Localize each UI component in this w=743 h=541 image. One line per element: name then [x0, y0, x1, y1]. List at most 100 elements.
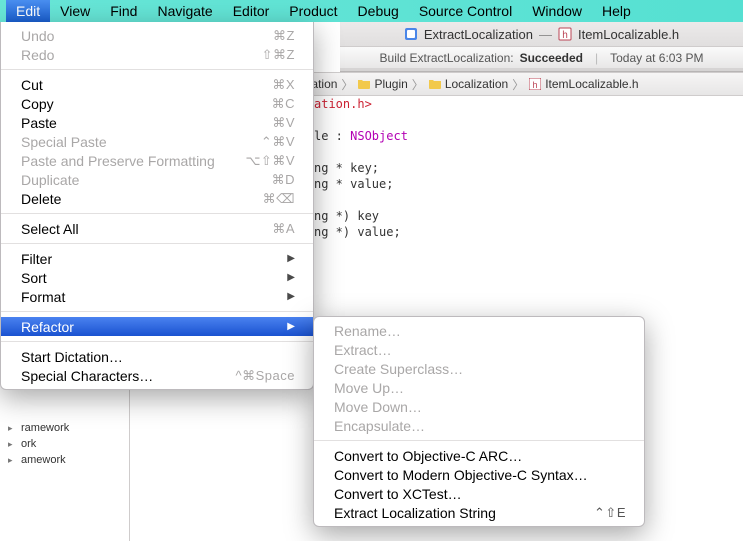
menu-separator [1, 243, 313, 244]
menubar-item-source-control[interactable]: Source Control [409, 0, 522, 22]
window-title-project: ExtractLocalization [424, 27, 533, 42]
build-status-bar: Build ExtractLocalization: Succeeded | T… [340, 46, 743, 68]
keyboard-shortcut: ⌘X [272, 77, 295, 93]
submenu-item-extract-localization-string[interactable]: Extract Localization String⌃⇧E [314, 503, 644, 522]
menu-item-label: Convert to Modern Objective-C Syntax… [334, 467, 588, 483]
refactor-submenu: Rename…Extract… Create Superclass… Move Up… [313, 316, 645, 527]
submenu-item-encapsulate[interactable]: Encapsulate… [314, 416, 644, 435]
menu-item-label: Sort [21, 270, 47, 286]
menu-item-label: Create Superclass… [334, 361, 463, 377]
submenu-arrow-icon: ▶ [287, 253, 295, 264]
menu-item-label: Filter [21, 251, 52, 267]
folder-icon [428, 77, 442, 91]
menu-item-label: Format [21, 289, 65, 305]
folder-label: ork [21, 438, 36, 450]
submenu-arrow-icon: ▶ [287, 291, 295, 302]
keyboard-shortcut: ⌘C [272, 96, 295, 112]
menubar-item-product[interactable]: Product [279, 0, 347, 22]
menu-item-label: Convert to Objective-C ARC… [334, 448, 522, 464]
menu-item-label: Move Down… [334, 399, 422, 415]
submenu-item-convert-to-modern-objective-c-syntax[interactable]: Convert to Modern Objective-C Syntax… [314, 465, 644, 484]
breadcrumb-label: Plugin [374, 77, 407, 91]
list-item[interactable]: ▸ ork [0, 436, 129, 452]
menu-item-undo[interactable]: Undo ⌘Z [1, 26, 313, 45]
disclosure-triangle-icon[interactable]: ▸ [8, 423, 17, 434]
list-item[interactable]: ▸ amework [0, 452, 129, 468]
code-line: ng * value; [314, 177, 393, 191]
keyboard-shortcut: ⌘Z [273, 28, 295, 44]
menu-item-sort[interactable]: Sort▶ [1, 268, 313, 287]
submenu-item-extract[interactable]: Extract… [314, 340, 644, 359]
menu-item-redo[interactable]: Redo⇧⌘Z [1, 45, 313, 64]
menubar-item-editor[interactable]: Editor [223, 0, 280, 22]
menubar-item-find[interactable]: Find [100, 0, 147, 22]
menu-item-label: Cut [21, 77, 43, 93]
keyboard-shortcut: ⌥⇧⌘V [245, 153, 295, 169]
breadcrumb-item[interactable]: h ItemLocalizable.h [528, 77, 638, 91]
folder-icon [357, 77, 371, 91]
menubar-item-window[interactable]: Window [522, 0, 592, 22]
keyboard-shortcut: ⌘D [272, 172, 295, 188]
menu-separator [1, 341, 313, 342]
menu-separator [1, 213, 313, 214]
menu-item-duplicate[interactable]: Duplicate⌘D [1, 170, 313, 189]
menubar-item-navigate[interactable]: Navigate [147, 0, 222, 22]
menu-item-start-dictation[interactable]: Start Dictation… [1, 347, 313, 366]
menubar-item-help[interactable]: Help [592, 0, 641, 22]
menu-separator [1, 311, 313, 312]
folder-label: amework [21, 454, 66, 466]
menu-item-filter[interactable]: Filter ▶ [1, 249, 313, 268]
project-navigator[interactable]: ▸ramework ▸ ork ▸ amework [0, 380, 130, 541]
submenu-item-create-superclass[interactable]: Create Superclass… [314, 359, 644, 378]
menu-item-paste[interactable]: Paste ⌘V [1, 113, 313, 132]
breadcrumb-item[interactable]: Localization [428, 77, 508, 91]
menu-item-label: Special Paste [21, 134, 107, 150]
keyboard-shortcut: ^⌘Space [236, 368, 295, 384]
list-item[interactable]: ▸ramework [0, 420, 129, 436]
menu-item-label: Paste [21, 115, 57, 131]
build-status-prefix: Build ExtractLocalization: [380, 51, 514, 65]
menu-item-special-characters[interactable]: Special Characters… ^⌘Space [1, 366, 313, 385]
submenu-item-move-up[interactable]: Move Up… [314, 378, 644, 397]
submenu-item-move-down[interactable]: Move Down… [314, 397, 644, 416]
submenu-item-convert-to-xctest[interactable]: Convert to XCTest… [314, 484, 644, 503]
submenu-arrow-icon: ▶ [287, 321, 295, 332]
submenu-item-rename[interactable]: Rename… [314, 321, 644, 340]
breadcrumb-label: ItemLocalizable.h [545, 77, 638, 91]
menu-item-select-all[interactable]: Select All⌘A [1, 219, 313, 238]
menu-item-label: Redo [21, 47, 54, 63]
build-status-result: Succeeded [520, 51, 583, 65]
svg-text:h: h [562, 30, 568, 41]
edit-menu-dropdown: Undo⌘ZRedo⇧⌘ZCut⌘XCopy⌘CPaste⌘VSpecial P… [0, 22, 314, 390]
disclosure-triangle-icon[interactable]: ▸ [8, 439, 17, 450]
code-line: le : [314, 129, 350, 143]
menu-item-label: Delete [21, 191, 61, 207]
chevron-right-icon: 〉 [408, 76, 428, 93]
code-line: ng *) key [314, 209, 379, 223]
menubar-item-edit[interactable]: Edit [6, 0, 50, 22]
menu-item-label: Refactor [21, 319, 74, 335]
code-line: ation.h> [314, 97, 372, 111]
menu-item-format[interactable]: Format ▶ [1, 287, 313, 306]
menu-item-cut[interactable]: Cut ⌘X [1, 75, 313, 94]
menu-separator [314, 440, 644, 441]
submenu-item-convert-to-objective-c-arc[interactable]: Convert to Objective-C ARC… [314, 446, 644, 465]
menu-item-refactor[interactable]: Refactor ▶ [1, 317, 313, 336]
menubar-item-debug[interactable]: Debug [348, 0, 409, 22]
menu-item-label: Move Up… [334, 380, 404, 396]
disclosure-triangle-icon[interactable]: ▸ [8, 455, 17, 466]
menu-item-special-paste[interactable]: Special Paste ⌃⌘V [1, 132, 313, 151]
menu-item-paste-and-preserve-formatting[interactable]: Paste and Preserve Formatting⌥⇧⌘V [1, 151, 313, 170]
keyboard-shortcut: ⌃⌘V [261, 134, 295, 150]
keyboard-shortcut: ⌘V [272, 115, 295, 131]
menu-item-copy[interactable]: Copy⌘C [1, 94, 313, 113]
menu-item-label: Special Characters… [21, 368, 153, 384]
menu-item-label: Extract Localization String [334, 505, 496, 521]
keyboard-shortcut: ⌘⌫ [263, 191, 295, 207]
menu-item-delete[interactable]: Delete ⌘⌫ [1, 189, 313, 208]
menu-item-label: Undo [21, 28, 54, 44]
code-line: ng * key; [314, 161, 379, 175]
menubar-item-view[interactable]: View [50, 0, 100, 22]
menu-separator [1, 69, 313, 70]
breadcrumb-item[interactable]: Plugin [357, 77, 407, 91]
